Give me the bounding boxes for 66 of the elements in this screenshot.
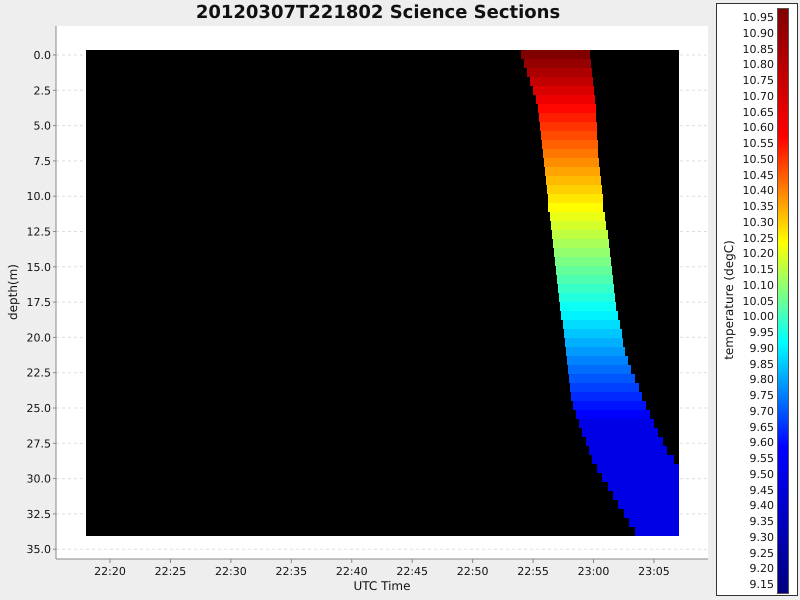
colorbar-tick-label: 10.75 [742,73,774,89]
x-tick-label: 22:20 [94,565,126,578]
x-tick-label: 22:50 [456,565,488,578]
colorbar-tick-label: 10.60 [742,120,774,136]
colorbar-tick-label: 9.85 [750,356,774,372]
chart-title: 20120307T221802 Science Sections [196,1,560,25]
colorbar-tick-label: 9.35 [750,514,774,530]
colorbar-tick-label: 9.30 [750,530,774,546]
x-tick-label: 23:00 [578,565,610,578]
colorbar-tick-label: 10.15 [742,262,774,278]
x-tick-label: 22:45 [396,565,428,578]
colorbar-tick-label: 10.00 [742,309,774,325]
x-axis-label: UTC Time [354,579,410,593]
colorbar-tick-label: 10.25 [742,230,774,246]
y-tick-label: 25.0 [26,402,51,415]
y-tick-label: 30.0 [26,472,51,486]
colorbar-tick-label: 9.45 [750,482,774,498]
colorbar-tick-label: 9.95 [750,325,774,341]
x-tick-label: 22:30 [215,565,247,578]
colorbar-tick-label: 10.80 [742,57,774,73]
x-tick-label: 23:05 [638,565,670,578]
colorbar-tick-label: 10.70 [742,88,774,104]
x-tick-label: 22:35 [275,565,308,578]
colorbar-tick-label: 9.55 [750,451,774,467]
colorbar-tick-label: 10.95 [742,10,774,26]
y-tick-label: 22.5 [26,366,51,380]
y-tick-label: 5.0 [34,120,51,133]
colorbar-tick-label: 9.75 [750,388,774,404]
colorbar-tick-label: 10.20 [742,246,774,262]
colorbar-tick-label: 10.05 [742,294,774,310]
x-tick-label: 22:25 [154,565,186,578]
colorbar-tick-label: 10.30 [742,214,774,230]
colorbar-label: temperature (degC) [722,240,736,360]
y-tick-label: 32.5 [26,508,51,521]
colorbar-tick-label: 10.10 [742,278,774,294]
y-tick-label: 17.5 [26,296,51,310]
y-tick-label: 35.0 [26,543,51,556]
x-tick-label: 22:40 [336,565,368,578]
colorbar-tick-label: 10.45 [742,168,774,184]
colorbar-tick-label: 9.90 [750,340,774,356]
y-tick-label: 12.5 [26,226,51,238]
y-tick-label: 2.5 [34,84,51,98]
y-tick-label: 20.0 [26,331,51,344]
colorbar-tick-label: 9.50 [750,466,774,482]
colorbar-tick-label: 10.90 [742,26,774,42]
colorbar-tick-label: 9.65 [750,420,774,436]
y-tick-label: 10.0 [26,190,51,204]
colorbar-tick-label: 10.55 [742,136,774,152]
colorbar-tick-label: 9.60 [750,435,774,451]
colorbar-tick-label: 9.70 [750,404,774,420]
colorbar-tick-label: 9.40 [750,498,774,514]
colorbar-tick-label: 10.40 [742,183,774,199]
y-tick-label: 27.5 [26,437,51,450]
y-tick-label: 15.0 [26,260,51,274]
colorbar-tick-label: 10.50 [742,152,774,168]
colorbar-tick-label: 10.85 [742,42,774,58]
y-tick-label: 0.0 [34,49,51,62]
y-axis-label: depth(m) [6,264,20,320]
colorbar-tick-label: 9.80 [750,372,774,388]
colorbar-tick-label: 9.20 [750,561,774,577]
x-tick-label: 22:55 [517,565,549,578]
colorbar-tick-label: 9.15 [750,577,774,593]
colorbar-tick-label: 10.65 [742,104,774,120]
colorbar-tick-label: 9.25 [750,546,774,562]
colorbar-tick-label: 10.35 [742,199,774,215]
y-tick-label: 7.5 [34,154,51,168]
